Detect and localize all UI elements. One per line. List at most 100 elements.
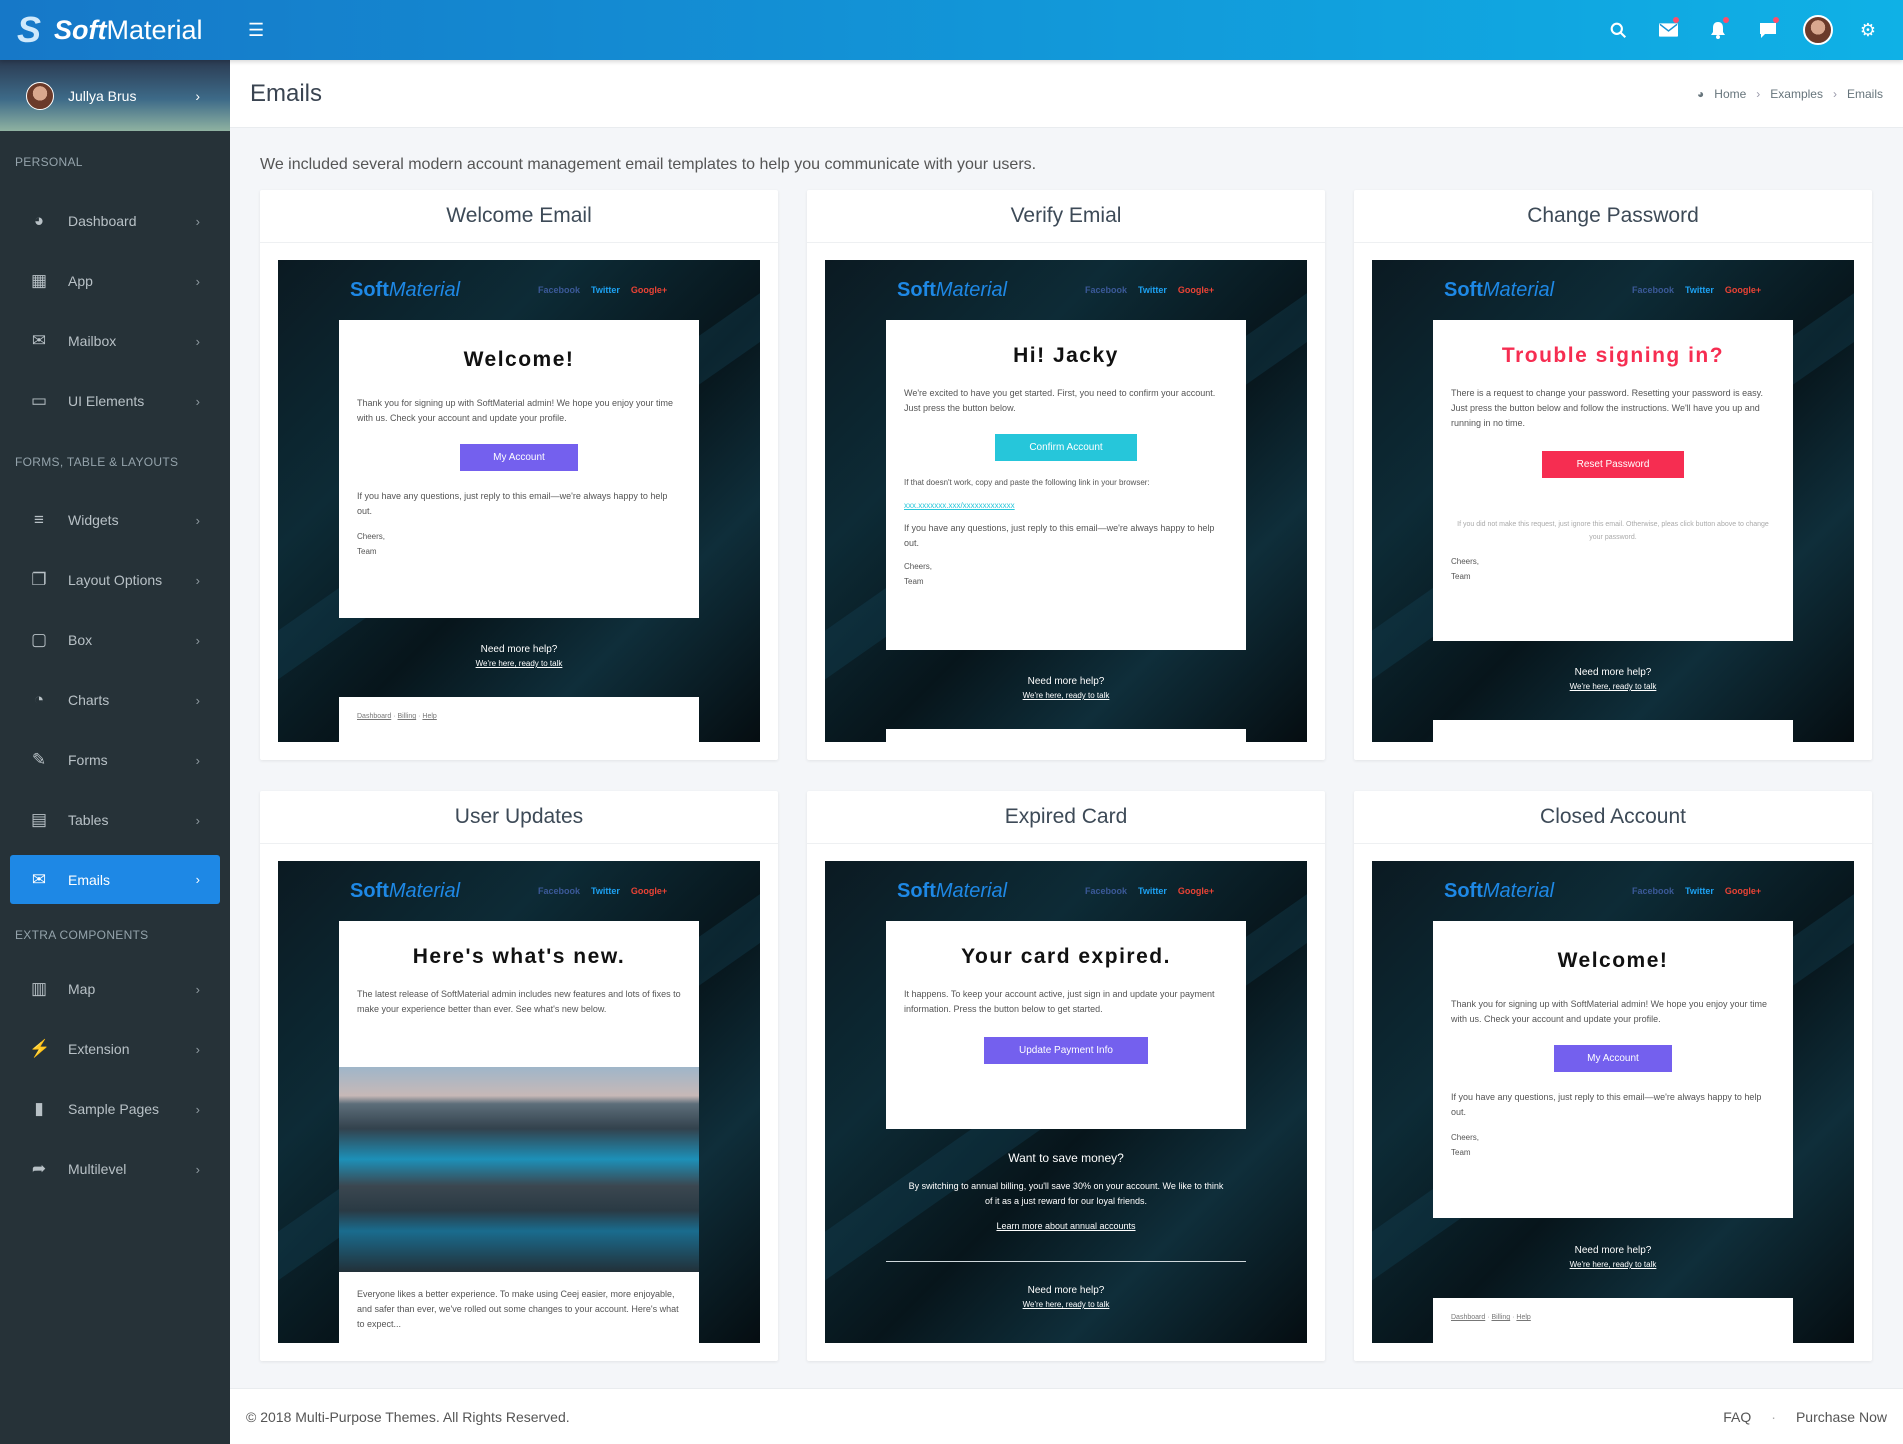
card-header: Closed Account [1354, 791, 1872, 844]
chevron-right-icon: › [1832, 86, 1837, 101]
map-icon: ▥ [30, 979, 48, 998]
twitter-link[interactable]: Twitter [591, 886, 620, 896]
facebook-link[interactable]: Facebook [1085, 285, 1127, 295]
email-help: Need more help? We're here, ready to talk [475, 644, 563, 668]
update-payment-button[interactable]: Update Payment Info [984, 1037, 1148, 1064]
sidebar-item-charts[interactable]: ◔ Charts › [0, 670, 230, 730]
notification-dot [1673, 17, 1679, 23]
chevron-right-icon: › [195, 692, 200, 708]
twitter-link[interactable]: Twitter [1685, 886, 1714, 896]
page-intro: We included several modern account manag… [260, 156, 1037, 173]
email-preview[interactable]: SoftMaterial Facebook Twitter Google+ Here… [278, 861, 760, 1343]
sidebar-item-box[interactable]: ▢ Box › [0, 610, 230, 670]
table-icon: ▤ [30, 810, 48, 829]
sidebar-item-multilevel[interactable]: ➦ Multilevel › [0, 1139, 230, 1199]
page-header: Emails ◕ Home › Examples › Emails [230, 60, 1903, 128]
sidebar-item-dashboard[interactable]: ◕ Dashboard › [0, 191, 230, 251]
breadcrumb-home[interactable]: Home [1714, 87, 1746, 101]
sidebar-item-layout-options[interactable]: ❐ Layout Options › [0, 550, 230, 610]
purchase-link[interactable]: Purchase Now [1796, 1409, 1887, 1425]
facebook-link[interactable]: Facebook [1632, 285, 1674, 295]
google-plus-link[interactable]: Google+ [631, 886, 667, 896]
faq-link[interactable]: FAQ [1723, 1409, 1751, 1425]
sidebar-item-app[interactable]: ▦ App › [0, 251, 230, 311]
gear-icon[interactable]: ⚙ [1843, 0, 1893, 60]
my-account-button[interactable]: My Account [1554, 1045, 1672, 1072]
email-team: Team [357, 547, 377, 556]
card-header: Change Password [1354, 190, 1872, 243]
top-navbar: S Soft Material ☰ ⚙ [0, 0, 1903, 60]
google-plus-link[interactable]: Google+ [1725, 285, 1761, 295]
logo-icon: S [16, 9, 41, 50]
brand-logo[interactable]: S Soft Material [0, 0, 230, 60]
email-text: It happens. To keep your account active,… [904, 989, 1215, 1014]
facebook-link[interactable]: Facebook [1085, 886, 1127, 896]
sidebar-item-tables[interactable]: ▤ Tables › [0, 790, 230, 850]
chevron-right-icon: › [195, 1101, 200, 1117]
email-signoff: Cheers, [357, 532, 386, 541]
my-account-button[interactable]: My Account [460, 444, 578, 471]
chevron-right-icon: › [195, 632, 200, 648]
confirm-account-button[interactable]: Confirm Account [995, 434, 1137, 461]
sidebar-item-ui-elements[interactable]: ▭ UI Elements › [0, 371, 230, 431]
facebook-link[interactable]: Facebook [1632, 886, 1674, 896]
chevron-right-icon: › [195, 87, 200, 104]
envelope-icon: ✉ [31, 331, 47, 350]
email-card-updates: User Updates SoftMaterial Facebook Twitte… [260, 791, 778, 1361]
sidebar-item-forms[interactable]: ✎ Forms › [0, 730, 230, 790]
breadcrumb: ◕ Home › Examples › Emails [1697, 87, 1883, 101]
facebook-link[interactable]: Facebook [538, 886, 580, 896]
google-plus-link[interactable]: Google+ [631, 285, 667, 295]
twitter-link[interactable]: Twitter [1685, 285, 1714, 295]
bell-icon[interactable] [1693, 0, 1743, 60]
page-footer: © 2018 Multi-Purpose Themes. All Rights … [230, 1388, 1903, 1444]
reset-password-button[interactable]: Reset Password [1542, 451, 1684, 478]
email-footer-links: Dashboard · Billing · Help [1433, 1298, 1793, 1343]
search-icon[interactable] [1593, 0, 1643, 60]
twitter-link[interactable]: Twitter [1138, 886, 1167, 896]
email-preview[interactable]: SoftMaterial Facebook Twitter Google+ Welc… [1372, 861, 1854, 1343]
chevron-right-icon: › [195, 512, 200, 528]
email-team: Team [1451, 1148, 1471, 1157]
chevron-right-icon: › [195, 572, 200, 588]
email-note: If you did not make this request, just i… [1457, 521, 1769, 541]
share-icon: ➦ [31, 1159, 47, 1178]
chevron-right-icon: › [195, 1161, 200, 1177]
sidebar-item-widgets[interactable]: ≡ Widgets › [0, 490, 230, 550]
email-signoff: Cheers, [904, 562, 933, 571]
email-team: Team [904, 577, 924, 586]
email-signoff: Cheers, [1451, 557, 1480, 566]
sidebar-item-mailbox[interactable]: ✉ Mailbox › [0, 311, 230, 371]
facebook-link[interactable]: Facebook [538, 285, 580, 295]
email-preview[interactable]: SoftMaterial Facebook Twitter Google+ Welc… [278, 260, 760, 742]
twitter-link[interactable]: Twitter [591, 285, 620, 295]
email-preview[interactable]: SoftMaterial Facebook Twitter Google+ Hi! … [825, 260, 1307, 742]
save-link[interactable]: Learn more about annual accounts [825, 1221, 1307, 1231]
user-avatar[interactable] [1793, 0, 1843, 60]
chat-icon[interactable] [1743, 0, 1793, 60]
footer-dot: · [1771, 1408, 1776, 1425]
email-text-2: Everyone likes a better experience. To m… [357, 1289, 679, 1329]
sidebar-item-sample-pages[interactable]: ▮ Sample Pages › [0, 1079, 230, 1139]
twitter-link[interactable]: Twitter [1138, 285, 1167, 295]
user-panel[interactable]: Jullya Brus › [0, 60, 230, 131]
email-preview[interactable]: SoftMaterial Facebook Twitter Google+ Your… [825, 861, 1307, 1343]
email-title: Welcome! [1557, 949, 1669, 972]
email-logo: SoftMaterial [897, 880, 1008, 902]
chevron-right-icon: › [195, 752, 200, 768]
sidebar-item-map[interactable]: ▥ Map › [0, 959, 230, 1019]
breadcrumb-examples[interactable]: Examples [1770, 87, 1823, 101]
email-help: Need more help? We're here, ready to talk [1569, 1245, 1657, 1269]
chevron-right-icon: › [195, 213, 200, 229]
google-plus-link[interactable]: Google+ [1178, 886, 1214, 896]
email-logo: SoftMaterial [350, 880, 461, 902]
email-preview[interactable]: SoftMaterial Facebook Twitter Google+ Trou… [1372, 260, 1854, 742]
envelope-icon[interactable] [1643, 0, 1693, 60]
verify-link[interactable]: xxx.xxxxxxx.xxx/xxxxxxxxxxxxx [904, 498, 1228, 513]
sidebar-item-emails[interactable]: ✉ Emails › [10, 855, 220, 904]
google-plus-link[interactable]: Google+ [1178, 285, 1214, 295]
menu-toggle-icon[interactable]: ☰ [248, 20, 264, 41]
chevron-right-icon: › [195, 1041, 200, 1057]
google-plus-link[interactable]: Google+ [1725, 886, 1761, 896]
sidebar-item-extension[interactable]: ⚡ Extension › [0, 1019, 230, 1079]
